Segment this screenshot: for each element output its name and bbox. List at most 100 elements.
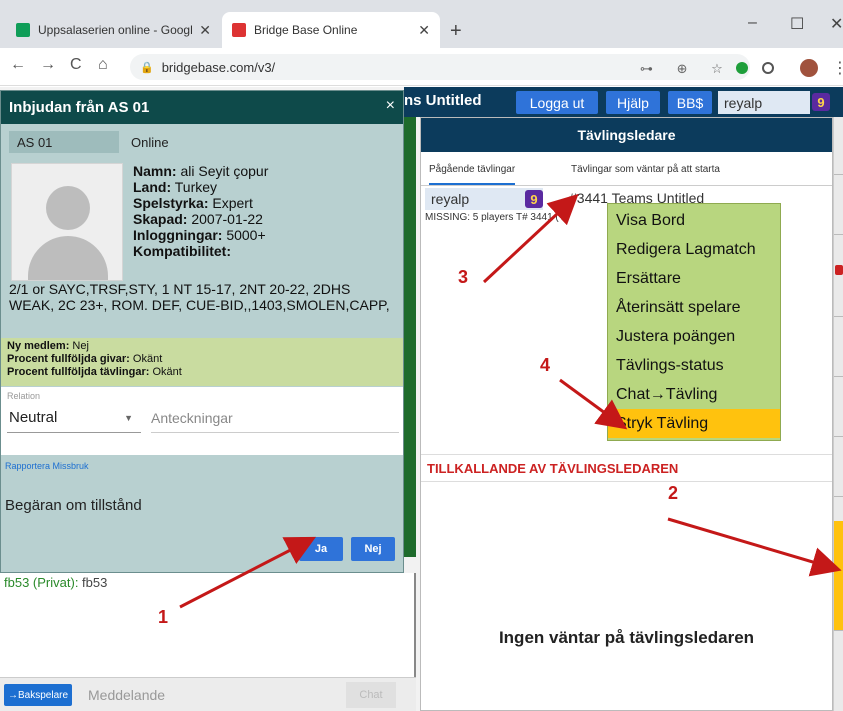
url-text: bridgebase.com/v3/ [161,59,276,75]
menu-item-cancel-tournament[interactable]: Stryk Tävling [608,409,780,438]
avatar-body-shape [28,236,108,280]
chat-message: fb53 (Privat): fb53 [4,575,108,590]
relation-select[interactable]: Neutral ▼ [7,403,141,433]
chat-message-input[interactable]: Meddelande [88,687,165,703]
td-panel-header: Tävlingsledare [421,118,832,152]
star-badge: 9 [812,93,830,111]
avatar [11,163,123,281]
side-tab-td-calls[interactable] [834,521,843,631]
convention-card-text: 2/1 or SAYC,TRSF,STY, 1 NT 15-17, 2NT 20… [9,281,390,313]
menu-item-substitute[interactable]: Ersättare [608,264,780,293]
tab-title: Bridge Base Online [254,23,358,37]
bbo-page: ns Untitled Logga ut Hjälp BB$ reyalp 9 … [0,87,843,711]
tournament-context-menu: Visa Bord Redigera Lagmatch Ersättare Åt… [607,203,781,441]
tab-running-tournaments[interactable]: Pågående tävlingar [429,164,516,185]
new-tab-button[interactable]: + [450,20,462,43]
browser-tab-strip: Uppsalaserien online - Google Sh ✕ Bridg… [0,0,843,48]
report-abuse-link[interactable]: Rapportera Missbruk [5,461,89,471]
td-tabs: Pågående tävlingar Tävlingar som väntar … [421,152,832,186]
stat-boards-completed: Procent fullföljda givar: Okänt [7,353,163,365]
omnibox-icons[interactable]: ⊶ ⊕ ☆ [640,61,733,77]
stat-tournaments-completed: Procent fullföljda tävlingar: Okänt [7,366,182,378]
side-tab-1[interactable] [834,117,843,175]
side-tab-4[interactable] [834,319,843,377]
browser-menu-icon[interactable]: ⋮ [832,58,843,78]
chat-input-bar: →Bakspelare Meddelande Chat [0,677,416,711]
menu-item-reinstate-player[interactable]: Återinsätt spelare [608,293,780,322]
back-icon[interactable]: ← [10,56,26,74]
help-button[interactable]: Hjälp [606,91,660,114]
menu-item-show-table[interactable]: Visa Bord [608,206,780,235]
username-field[interactable]: reyalp [718,91,810,114]
menu-item-edit-teammatch[interactable]: Redigera Lagmatch [608,235,780,264]
maximize-button[interactable]: ☐ [790,14,804,34]
browser-tab-bbo[interactable]: Bridge Base Online ✕ [222,12,440,48]
dialog-title: Inbjudan från AS 01 [1,91,403,124]
chat-send-button[interactable]: Chat [346,682,396,708]
tab-close-icon[interactable]: ✕ [418,22,430,39]
home-icon[interactable]: ⌂ [98,56,108,74]
profile-skill: Spelstyrka: Expert [133,195,253,211]
member-stats: Ny medlem: Nej Procent fullföljda givar:… [1,338,403,386]
chat-panel: fb53 (Privat): fb53 →Bakspelare Meddelan… [0,573,416,711]
stat-new-member: Ny medlem: Nej [7,340,89,352]
request-section: Rapportera Missbruk Begäran om tillstånd… [5,461,399,567]
relation-label: Relation [7,391,41,401]
no-waiting-message: Ingen väntar på tävlingsledaren [498,628,755,647]
close-window-button[interactable]: ✕ [830,14,843,34]
side-tab-2[interactable] [834,177,843,235]
annotation-number-2: 2 [668,483,679,503]
annotation-number-1: 1 [158,607,169,627]
notification-badge [835,265,843,275]
minimize-button[interactable]: – [748,14,757,32]
tab-close-icon[interactable]: ✕ [199,22,211,39]
logout-button[interactable]: Logga ut [516,91,598,114]
profile-country: Land: Turkey [133,179,218,195]
browser-tab-sheets[interactable]: Uppsalaserien online - Google Sh ✕ [6,12,221,48]
invitation-dialog: Inbjudan från AS 01 × AS 01 Online Namn:… [0,90,404,573]
profile-compatibility: Kompatibilitet: [133,243,231,259]
annotation-number-3: 3 [458,267,469,287]
td-call-section-title: TILLKALLANDE AV TÄVLINGSLEDAREN [421,454,832,482]
chat-recipient-button[interactable]: →Bakspelare [4,684,73,706]
extension-green-icon[interactable] [736,62,748,74]
side-tab-6[interactable] [834,439,843,497]
forward-icon[interactable]: → [40,56,56,74]
side-tab-5[interactable] [834,379,843,437]
avatar-head-shape [46,186,90,230]
annotation-number-4: 4 [540,355,551,375]
profile-name: Namn: ali Seyit çopur [133,163,269,179]
online-status: Online [131,135,169,150]
lock-icon: 🔒 [140,61,154,74]
tournament-title: ns Untitled [404,92,482,109]
tab-waiting-tournaments[interactable]: Tävlingar som väntar på att starta [571,164,720,175]
notes-field[interactable]: Anteckningar [151,403,399,433]
relation-section: Relation Neutral ▼ Anteckningar [1,387,403,455]
menu-item-adjust-score[interactable]: Justera poängen [608,322,780,351]
relation-value: Neutral [9,409,58,426]
tab-title: Uppsalaserien online - Google Sh [38,23,193,37]
reload-icon[interactable]: C [70,56,82,74]
yes-button[interactable]: Ja [299,537,343,561]
side-tab-3[interactable] [834,237,843,317]
sheets-favicon-icon [16,23,30,37]
menu-item-chat-tournament[interactable]: Chat→Tävling [608,380,780,409]
missing-players-text: MISSING: 5 players T# 3441 ( [425,212,559,223]
close-icon[interactable]: × [386,97,395,115]
menu-item-tournament-status[interactable]: Tävlings-status [608,351,780,380]
request-permission-text: Begäran om tillstånd [5,497,142,514]
chat-message-user: fb53 (Privat) [4,575,75,590]
profile-created: Skapad: 2007-01-22 [133,211,263,227]
address-bar-row: ← → C ⌂ 🔒 bridgebase.com/v3/ ⊶ ⊕ ☆ ⋮ [0,48,843,86]
profile-avatar-icon[interactable] [800,59,818,77]
host-star-badge: 9 [525,190,543,208]
bb-dollars-button[interactable]: BB$ [668,91,712,114]
no-button[interactable]: Nej [351,537,395,561]
profile-logins: Inloggningar: 5000+ [133,227,266,243]
bbo-favicon-icon [232,23,246,37]
chat-message-text: fb53 [82,575,108,590]
side-tab-strip [833,117,843,711]
inviter-name-field[interactable]: AS 01 [9,131,119,153]
chevron-down-icon: ▼ [124,412,133,423]
extension-ring-icon[interactable] [762,62,774,74]
